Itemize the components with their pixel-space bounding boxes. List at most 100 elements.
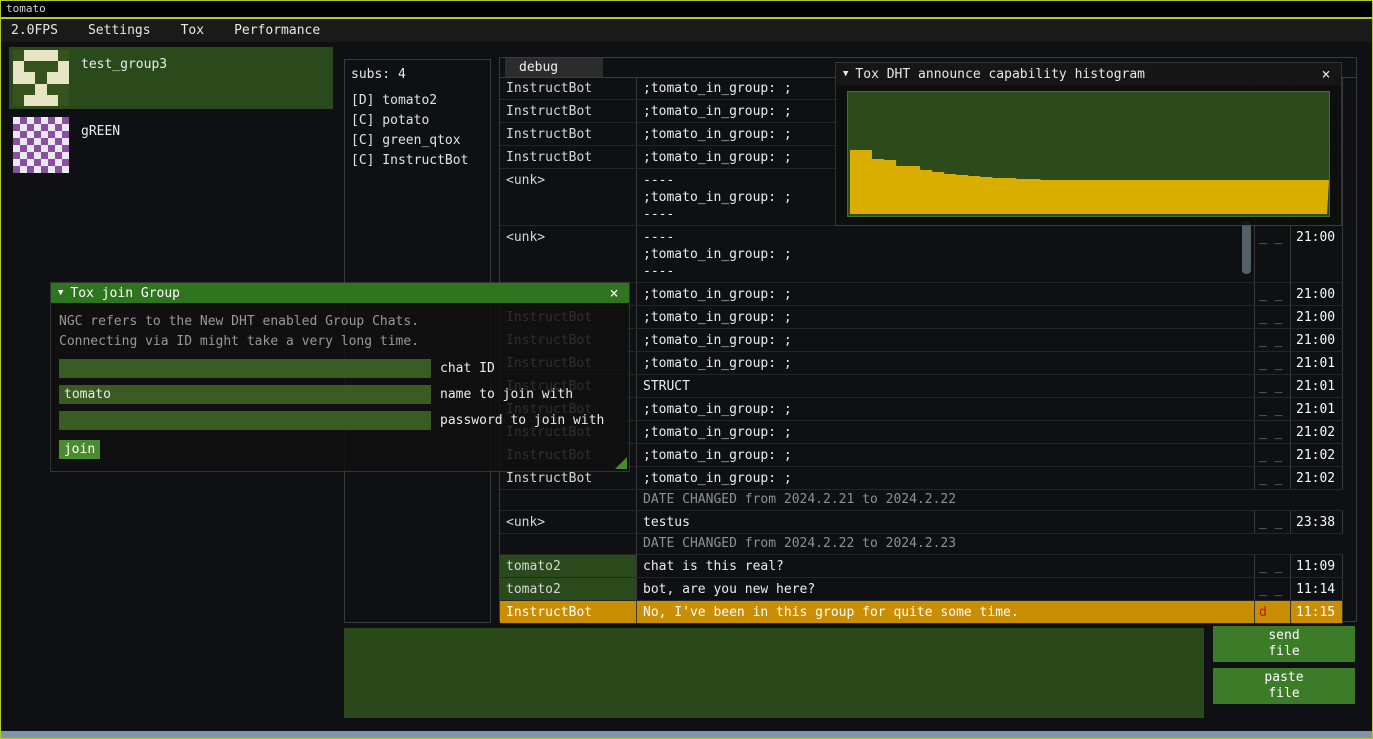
message-status: _ _	[1255, 283, 1291, 305]
chat-message-row[interactable]: <unk> ---- ;tomato_in_group: ; ---- _ _ …	[500, 226, 1343, 283]
chat-id-label: chat ID	[440, 361, 495, 376]
window-title: tomato	[6, 2, 46, 15]
message-time: 21:00	[1291, 329, 1343, 351]
message-time: 21:00	[1291, 283, 1343, 305]
date-row-spacer	[500, 534, 637, 554]
message-text: chat is this real?	[637, 555, 1255, 577]
date-row-spacer	[500, 490, 637, 510]
chat-message-row[interactable]: tomato2 bot, are you new here? _ _ 11:14	[500, 578, 1343, 601]
join-password-label: password to join with	[440, 413, 604, 428]
message-text: ;tomato_in_group: ;	[637, 329, 1255, 351]
message-text: ;tomato_in_group: ;	[637, 352, 1255, 374]
group-item-test-group3[interactable]: test_group3	[9, 47, 333, 109]
message-time: 21:00	[1291, 226, 1343, 282]
message-text: ---- ;tomato_in_group: ; ----	[637, 226, 1255, 282]
message-status: _ _	[1255, 511, 1291, 533]
chat-message-row[interactable]: <unk> testus _ _ 23:38	[500, 511, 1343, 534]
message-status: _ _	[1255, 421, 1291, 443]
message-author: <unk>	[500, 226, 637, 282]
join-name-input[interactable]	[59, 385, 431, 404]
join-group-window: ▼ Tox join Group × NGC refers to the New…	[51, 283, 629, 471]
join-info-line-1: NGC refers to the New DHT enabled Group …	[59, 312, 621, 332]
histogram-window-title: Tox DHT announce capability histogram	[855, 67, 1318, 82]
join-name-label: name to join with	[440, 387, 573, 402]
join-window-title: Tox join Group	[70, 286, 606, 301]
tab-debug[interactable]: debug	[505, 58, 603, 77]
app-window: tomato 2.0FPSSettingsToxPerformance test…	[0, 0, 1373, 739]
message-status: _ _	[1255, 467, 1291, 489]
sub-list-item[interactable]: [C] potato	[345, 111, 490, 131]
message-status: _ _	[1255, 306, 1291, 328]
message-time: 23:38	[1291, 511, 1343, 533]
message-text: No, I've been in this group for quite so…	[637, 601, 1255, 623]
message-time: 21:02	[1291, 444, 1343, 466]
message-time: 11:14	[1291, 578, 1343, 600]
message-time: 11:09	[1291, 555, 1343, 577]
histogram-window-titlebar[interactable]: ▼ Tox DHT announce capability histogram …	[836, 63, 1341, 85]
paste-file-button[interactable]: paste file	[1213, 668, 1355, 704]
message-status: _ _	[1255, 329, 1291, 351]
message-status: _ _	[1255, 352, 1291, 374]
tab-label: debug	[519, 60, 558, 75]
message-text: ;tomato_in_group: ;	[637, 467, 1255, 489]
message-author: InstructBot	[500, 100, 637, 122]
message-text: STRUCT	[637, 375, 1255, 397]
sub-list-item[interactable]: [C] green_qtox	[345, 131, 490, 151]
message-time: 21:00	[1291, 306, 1343, 328]
message-status: _ _	[1255, 226, 1291, 282]
group-item-green[interactable]: gREEN	[9, 114, 333, 176]
resize-grip[interactable]	[615, 457, 627, 469]
join-window-titlebar[interactable]: ▼ Tox join Group ×	[51, 283, 629, 303]
chat-message-row[interactable]: InstructBot No, I've been in this group …	[500, 601, 1343, 624]
collapse-arrow-icon[interactable]: ▼	[843, 69, 848, 79]
group-name: test_group3	[81, 57, 167, 72]
message-author: <unk>	[500, 511, 637, 533]
group-list: test_group3 gREEN	[9, 47, 333, 181]
menu-item-tox[interactable]: Tox	[166, 19, 219, 42]
message-text: testus	[637, 511, 1255, 533]
message-author: InstructBot	[500, 77, 637, 99]
date-changed-row: DATE CHANGED from 2024.2.22 to 2024.2.23	[500, 534, 1343, 555]
message-text: ;tomato_in_group: ;	[637, 283, 1255, 305]
sub-list-item[interactable]: [D] tomato2	[345, 91, 490, 111]
menu-item-2-0fps[interactable]: 2.0FPS	[1, 19, 73, 42]
close-icon[interactable]: ×	[606, 284, 622, 302]
chat-message-row[interactable]: tomato2 chat is this real? _ _ 11:09	[500, 555, 1343, 578]
message-status: d	[1255, 601, 1291, 623]
menu-item-performance[interactable]: Performance	[219, 19, 335, 42]
histogram-window: ▼ Tox DHT announce capability histogram …	[836, 63, 1341, 225]
message-status: _ _	[1255, 555, 1291, 577]
close-icon[interactable]: ×	[1318, 65, 1334, 83]
message-time: 11:15	[1291, 601, 1343, 623]
message-author: InstructBot	[500, 601, 637, 623]
bottom-border	[1, 731, 1372, 738]
date-changed-row: DATE CHANGED from 2024.2.21 to 2024.2.22	[500, 490, 1343, 511]
message-time: 21:01	[1291, 398, 1343, 420]
join-button[interactable]: join	[59, 440, 100, 459]
date-changed-text: DATE CHANGED from 2024.2.22 to 2024.2.23	[637, 534, 1343, 554]
join-window-body: NGC refers to the New DHT enabled Group …	[51, 303, 629, 459]
message-text: ;tomato_in_group: ;	[637, 306, 1255, 328]
chat-id-input[interactable]	[59, 359, 431, 378]
subs-list: [D] tomato2[C] potato[C] green_qtox[C] I…	[345, 91, 490, 171]
message-time: 21:01	[1291, 352, 1343, 374]
group-name: gREEN	[81, 124, 120, 139]
message-author: InstructBot	[500, 146, 637, 168]
titlebar[interactable]: tomato	[1, 1, 1372, 17]
send-file-button[interactable]: send file	[1213, 626, 1355, 662]
sub-list-item[interactable]: [C] InstructBot	[345, 151, 490, 171]
group-avatar	[13, 50, 69, 106]
message-text: bot, are you new here?	[637, 578, 1255, 600]
message-text: ;tomato_in_group: ;	[637, 444, 1255, 466]
join-password-input[interactable]	[59, 411, 431, 430]
message-time: 21:02	[1291, 467, 1343, 489]
message-status: _ _	[1255, 398, 1291, 420]
message-time: 21:02	[1291, 421, 1343, 443]
message-status: _ _	[1255, 444, 1291, 466]
menu-item-settings[interactable]: Settings	[73, 19, 166, 42]
chat-scrollbar-thumb[interactable]	[1242, 221, 1251, 274]
message-author: InstructBot	[500, 123, 637, 145]
collapse-arrow-icon[interactable]: ▼	[58, 288, 63, 298]
message-input[interactable]	[344, 628, 1204, 718]
message-status: _ _	[1255, 578, 1291, 600]
